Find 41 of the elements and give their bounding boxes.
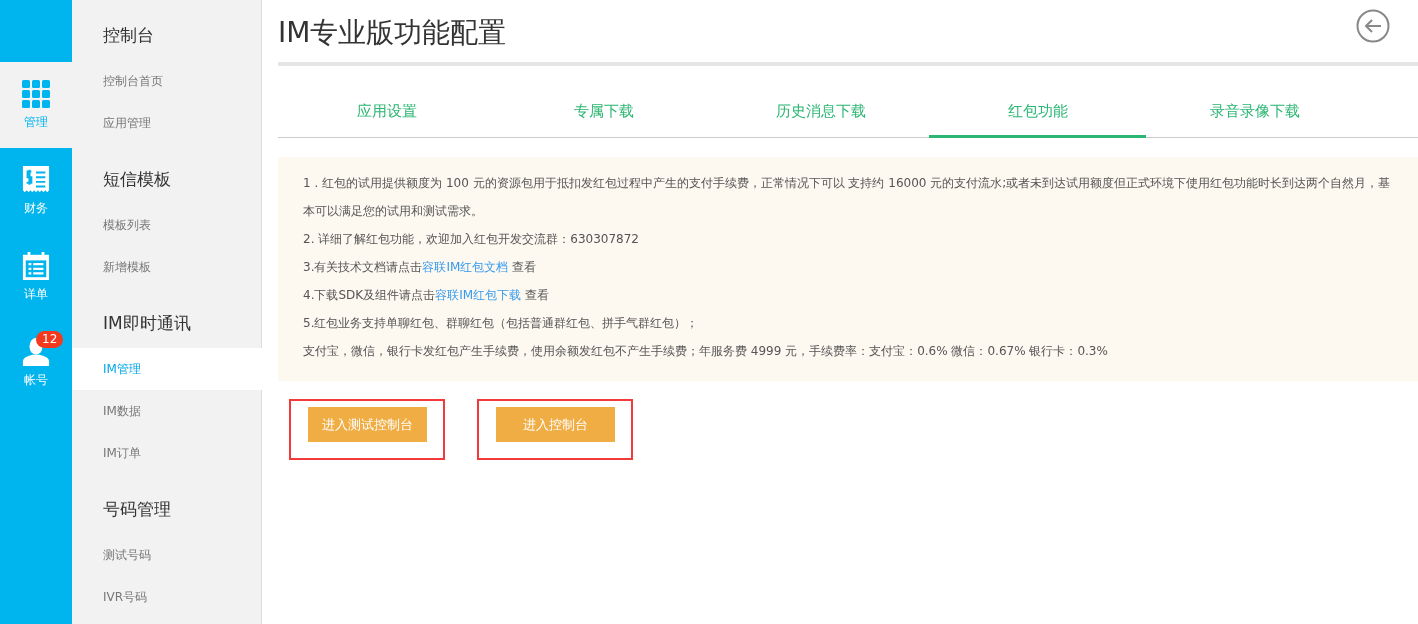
console-button[interactable]: 进入控制台: [496, 407, 615, 442]
doc-link[interactable]: 容联IM红包文档: [422, 260, 509, 274]
rail-item[interactable]: 详单: [0, 234, 72, 320]
notice-text: 5.红包业务支持单聊红包、群聊红包（包括普通群红包、拼手气群红包）；: [303, 315, 700, 332]
rail-item[interactable]: 管理: [0, 62, 72, 148]
notice-text: 支付宝，微信，银行卡发红包产生手续费，使用余额发红包不产生手续费；年服务费 4999 元，手续费率：支付宝：0.6% 微信：0.67% 银行卡：0.3%: [303, 343, 1109, 360]
rail-item[interactable]: 财务: [0, 148, 72, 234]
sidebar-item[interactable]: 控制台首页: [72, 60, 261, 102]
notice-text: 2. 详细了解红包功能，欢迎加入红包开发交流群：630307872: [303, 231, 640, 248]
notice-text: 4.下载SDK及组件请点击容联IM红包下载 查看: [303, 287, 550, 304]
section-heading: 控制台: [102, 24, 155, 47]
sidebar-item[interactable]: IVR号码: [72, 576, 261, 618]
notice-text: 1 . 红包的试用提供额度为 100 元的资源包用于抵扣发红包过程中产生的支付手续费，正常情况下可以 支持约 16000 元的支付流水;或者未到达试用额度但正式环境下使用红包功能时长到达两个自然月，基本可以满足您的试用和测试需求。: [303, 175, 1392, 220]
sidebar-item[interactable]: IM订单: [72, 432, 261, 474]
section-heading: 号码管理: [102, 498, 172, 521]
tab[interactable]: 专属下载: [495, 88, 712, 138]
tab[interactable]: 录音录像下载: [1146, 88, 1363, 138]
notice-text: 3.有关技术文档请点击容联IM红包文档 查看: [303, 259, 538, 276]
rail-item[interactable]: 帐号 12: [0, 320, 72, 406]
section-heading: IM即时通讯: [102, 312, 192, 335]
rail-label: 管理: [24, 113, 48, 131]
sidebar-item[interactable]: 模板列表: [72, 204, 261, 246]
rail-label: 帐号: [24, 371, 48, 389]
calendar-icon: [22, 251, 50, 280]
tab[interactable]: 红包功能: [929, 88, 1146, 138]
receipt-icon: [22, 165, 50, 194]
console-button[interactable]: 进入测试控制台: [308, 407, 427, 442]
rail-label: 详单: [24, 285, 48, 303]
back-icon[interactable]: [1356, 9, 1390, 43]
sidebar-item[interactable]: IM数据: [72, 390, 261, 432]
rail-label: 财务: [24, 199, 48, 217]
doc-link[interactable]: 容联IM红包下载: [435, 288, 522, 302]
section-heading: 短信模板: [102, 168, 172, 191]
sidebar-item[interactable]: 应用管理: [72, 102, 261, 144]
sidebar-item[interactable]: 新增模板: [72, 246, 261, 288]
sidebar-item[interactable]: 测试号码: [72, 534, 261, 576]
page-title: IM专业版功能配置: [278, 15, 507, 51]
grid-icon: [22, 79, 50, 108]
tab[interactable]: 应用设置: [278, 88, 495, 138]
notification-badge: 12: [36, 331, 64, 348]
tab[interactable]: 历史消息下载: [712, 88, 929, 138]
